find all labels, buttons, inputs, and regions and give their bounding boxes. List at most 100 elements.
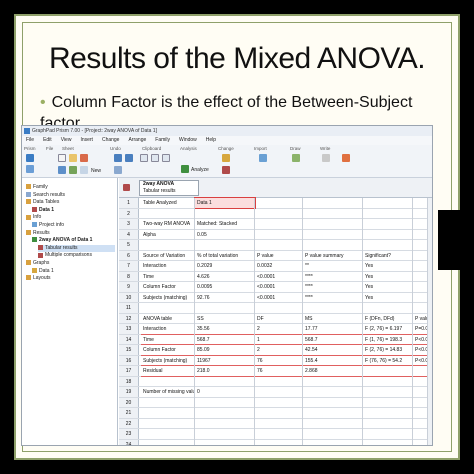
graph-type-icon[interactable]	[222, 166, 230, 174]
table-cell[interactable]: 1	[255, 335, 303, 345]
table-cell[interactable]: Alpha	[141, 230, 195, 240]
nav-item[interactable]: Search results	[26, 192, 115, 199]
sheet-tab[interactable]: 2way ANOVA Tabular results	[139, 180, 199, 196]
table-cell[interactable]: 35.56	[195, 324, 255, 334]
table-cell[interactable]: F (DFn, DFd)	[363, 314, 413, 324]
table-cell[interactable]: Interaction	[141, 324, 195, 334]
table-cell[interactable]: Yes	[363, 261, 413, 271]
table-cell[interactable]: Column Factor	[141, 282, 195, 292]
table-cell[interactable]: 76	[255, 366, 303, 376]
table-cell[interactable]	[195, 440, 255, 446]
paste-special-icon[interactable]	[162, 154, 170, 162]
table-cell[interactable]: F (2, 76) = 6.197	[363, 324, 413, 334]
table-cell[interactable]: 0.0032	[255, 261, 303, 271]
table-cell[interactable]: Matched: Stacked	[195, 219, 255, 229]
nav-item[interactable]: Data Tables	[26, 199, 115, 206]
table-cell[interactable]	[303, 240, 363, 250]
nav-item[interactable]: Layouts	[26, 275, 115, 282]
table-cell[interactable]: Time	[141, 272, 195, 282]
nav-item[interactable]: Results	[26, 230, 115, 237]
table-cell[interactable]: SS	[195, 314, 255, 324]
table-cell[interactable]	[363, 198, 413, 208]
table-cell[interactable]	[141, 429, 195, 439]
table-cell[interactable]: <0.0001	[255, 293, 303, 303]
table-cell[interactable]: 0	[195, 387, 255, 397]
table-cell[interactable]	[255, 408, 303, 418]
open-folder-icon[interactable]	[69, 154, 77, 162]
table-cell[interactable]: 17.77	[303, 324, 363, 334]
nav-item[interactable]: Multiple comparisons	[38, 252, 115, 259]
folder-icon[interactable]	[26, 165, 34, 173]
table-cell[interactable]	[303, 209, 363, 219]
menu-item-edit[interactable]: Edit	[43, 136, 52, 145]
nav-item[interactable]: Data 1	[32, 268, 115, 275]
redo-icon[interactable]	[125, 154, 133, 162]
table-cell[interactable]: P value summary	[303, 251, 363, 261]
draw-icon[interactable]	[292, 154, 300, 162]
nav-item[interactable]: Project info	[32, 222, 115, 229]
table-cell[interactable]	[363, 398, 413, 408]
table-cell[interactable]	[255, 198, 303, 208]
table-cell[interactable]	[303, 377, 363, 387]
table-cell[interactable]: 0.0095	[195, 282, 255, 292]
table-cell[interactable]: Yes	[363, 282, 413, 292]
table-cell[interactable]	[363, 209, 413, 219]
table-cell[interactable]	[363, 440, 413, 446]
table-cell[interactable]	[303, 419, 363, 429]
table-cell[interactable]: 2	[255, 324, 303, 334]
table-cell[interactable]	[141, 240, 195, 250]
table-cell[interactable]	[195, 419, 255, 429]
table-cell[interactable]	[255, 230, 303, 240]
table-cell[interactable]: 568.7	[303, 335, 363, 345]
table-cell[interactable]: 4.626	[195, 272, 255, 282]
table-cell[interactable]: Source of Variation	[141, 251, 195, 261]
nav-item[interactable]: 2way ANOVA of Data 1	[32, 237, 115, 244]
table-cell[interactable]	[303, 219, 363, 229]
table-cell[interactable]: Number of missing values	[141, 387, 195, 397]
table-cell[interactable]	[363, 419, 413, 429]
table-cell[interactable]	[363, 408, 413, 418]
table-cell[interactable]: Yes	[363, 272, 413, 282]
table-cell[interactable]	[363, 230, 413, 240]
table-cell[interactable]	[195, 398, 255, 408]
table-cell[interactable]	[141, 398, 195, 408]
table-cell[interactable]	[303, 387, 363, 397]
table-cell[interactable]	[255, 387, 303, 397]
table-cell[interactable]: F (76, 76) = 54.2	[363, 356, 413, 366]
table-cell[interactable]: DF	[255, 314, 303, 324]
table-cell[interactable]	[141, 419, 195, 429]
table-cell[interactable]	[363, 366, 413, 376]
table-cell[interactable]: Data 1	[194, 197, 256, 209]
table-cell[interactable]	[141, 303, 195, 313]
table-cell[interactable]: MS	[303, 314, 363, 324]
table-cell[interactable]: <0.0001	[255, 282, 303, 292]
table-cell[interactable]: Yes	[363, 293, 413, 303]
table-cell[interactable]	[303, 429, 363, 439]
write-icon[interactable]	[322, 154, 330, 162]
copy-icon[interactable]	[140, 154, 148, 162]
nav-item[interactable]: Tabular results	[38, 244, 115, 252]
table-cell[interactable]	[141, 209, 195, 219]
table-cell[interactable]: Column Factor	[141, 345, 195, 355]
table-cell[interactable]	[195, 429, 255, 439]
new-button[interactable]: New	[91, 168, 101, 174]
table-cell[interactable]	[303, 303, 363, 313]
table-cell[interactable]	[195, 240, 255, 250]
table-cell[interactable]: Residual	[141, 366, 195, 376]
table-cell[interactable]	[255, 303, 303, 313]
menu-item-arrange[interactable]: Arrange	[128, 136, 146, 145]
table-cell[interactable]	[255, 377, 303, 387]
table-cell[interactable]	[195, 408, 255, 418]
nav-item[interactable]: Family	[26, 184, 115, 191]
chart-icon[interactable]	[222, 154, 230, 162]
new-sheet-icon[interactable]	[58, 154, 66, 162]
save-icon[interactable]	[58, 166, 66, 174]
table-cell[interactable]: % of total variation	[195, 251, 255, 261]
analyze-icon[interactable]	[181, 165, 189, 173]
table-cell[interactable]: **	[303, 261, 363, 271]
table-cell[interactable]	[255, 398, 303, 408]
table-cell[interactable]	[255, 419, 303, 429]
table-cell[interactable]: 76	[255, 356, 303, 366]
cut-icon[interactable]	[114, 166, 122, 174]
menu-item-family[interactable]: Family	[155, 136, 170, 145]
